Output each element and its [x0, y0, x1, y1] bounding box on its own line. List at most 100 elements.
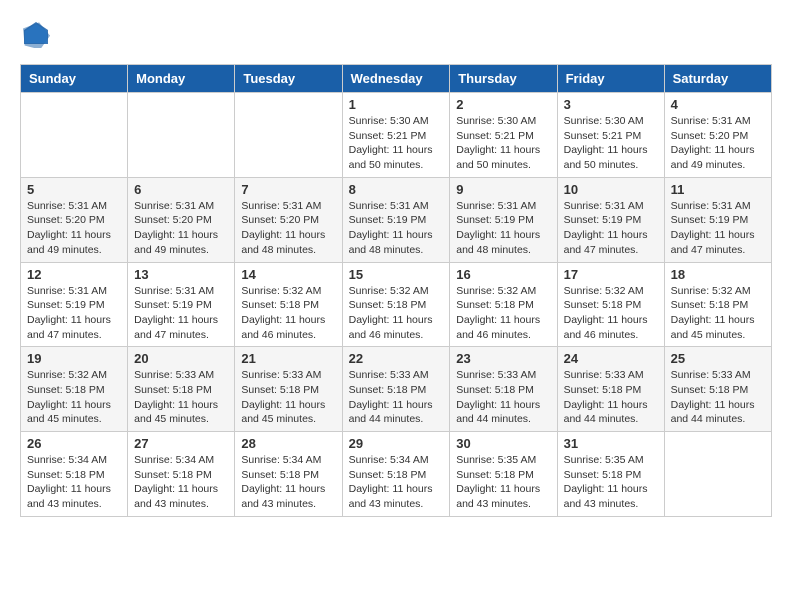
calendar-cell: 23 Sunrise: 5:33 AM Sunset: 5:18 PM Dayli…	[450, 347, 557, 432]
day-info: Sunrise: 5:32 AM Sunset: 5:18 PM Dayligh…	[564, 284, 658, 343]
day-info: Sunrise: 5:32 AM Sunset: 5:18 PM Dayligh…	[241, 284, 335, 343]
day-number: 12	[27, 267, 121, 282]
calendar-cell: 8 Sunrise: 5:31 AM Sunset: 5:19 PM Daylig…	[342, 177, 450, 262]
calendar-cell: 10 Sunrise: 5:31 AM Sunset: 5:19 PM Dayli…	[557, 177, 664, 262]
calendar-week-row: 1 Sunrise: 5:30 AM Sunset: 5:21 PM Daylig…	[21, 93, 772, 178]
day-number: 11	[671, 182, 765, 197]
calendar-header-row: SundayMondayTuesdayWednesdayThursdayFrid…	[21, 65, 772, 93]
weekday-header-wednesday: Wednesday	[342, 65, 450, 93]
weekday-header-saturday: Saturday	[664, 65, 771, 93]
logo	[20, 20, 50, 48]
calendar-week-row: 26Sunrise: 5:34 AM Sunset: 5:18 PM Dayli…	[21, 432, 772, 517]
day-info: Sunrise: 5:33 AM Sunset: 5:18 PM Dayligh…	[671, 368, 765, 427]
day-info: Sunrise: 5:31 AM Sunset: 5:20 PM Dayligh…	[134, 199, 228, 258]
day-info: Sunrise: 5:31 AM Sunset: 5:19 PM Dayligh…	[349, 199, 444, 258]
weekday-header-tuesday: Tuesday	[235, 65, 342, 93]
day-number: 1	[349, 97, 444, 112]
day-number: 19	[27, 351, 121, 366]
day-info: Sunrise: 5:31 AM Sunset: 5:19 PM Dayligh…	[564, 199, 658, 258]
day-info: Sunrise: 5:32 AM Sunset: 5:18 PM Dayligh…	[27, 368, 121, 427]
calendar-cell: 31 Sunrise: 5:35 AM Sunset: 5:18 PM Dayli…	[557, 432, 664, 517]
day-number: 8	[349, 182, 444, 197]
calendar-cell: 3 Sunrise: 5:30 AM Sunset: 5:21 PM Daylig…	[557, 93, 664, 178]
day-info: Sunrise: 5:30 AM Sunset: 5:21 PM Dayligh…	[564, 114, 658, 173]
day-number: 5	[27, 182, 121, 197]
day-number: 20	[134, 351, 228, 366]
calendar-week-row: 5 Sunrise: 5:31 AM Sunset: 5:20 PM Daylig…	[21, 177, 772, 262]
day-number: 28	[241, 436, 335, 451]
calendar-cell: 27 Sunrise: 5:34 AM Sunset: 5:18 PM Dayli…	[128, 432, 235, 517]
day-number: 23	[456, 351, 550, 366]
weekday-header-sunday: Sunday	[21, 65, 128, 93]
calendar-cell: 18 Sunrise: 5:32 AM Sunset: 5:18 PM Dayli…	[664, 262, 771, 347]
calendar-cell: 24Sunrise: 5:33 AM Sunset: 5:18 PM Dayli…	[557, 347, 664, 432]
day-number: 13	[134, 267, 228, 282]
day-info: Sunrise: 5:34 AM Sunset: 5:18 PM Dayligh…	[349, 453, 444, 512]
day-number: 15	[349, 267, 444, 282]
calendar-cell: 20 Sunrise: 5:33 AM Sunset: 5:18 PM Dayli…	[128, 347, 235, 432]
calendar-cell: 11 Sunrise: 5:31 AM Sunset: 5:19 PM Dayli…	[664, 177, 771, 262]
day-info: Sunrise: 5:31 AM Sunset: 5:19 PM Dayligh…	[671, 199, 765, 258]
day-info: Sunrise: 5:33 AM Sunset: 5:18 PM Dayligh…	[134, 368, 228, 427]
calendar-cell: 7 Sunrise: 5:31 AM Sunset: 5:20 PM Daylig…	[235, 177, 342, 262]
calendar-cell: 28 Sunrise: 5:34 AM Sunset: 5:18 PM Dayli…	[235, 432, 342, 517]
calendar-cell	[664, 432, 771, 517]
day-number: 30	[456, 436, 550, 451]
calendar-cell: 1 Sunrise: 5:30 AM Sunset: 5:21 PM Daylig…	[342, 93, 450, 178]
day-number: 31	[564, 436, 658, 451]
calendar-cell: 16 Sunrise: 5:32 AM Sunset: 5:18 PM Dayli…	[450, 262, 557, 347]
calendar-cell: 19 Sunrise: 5:32 AM Sunset: 5:18 PM Dayli…	[21, 347, 128, 432]
day-number: 18	[671, 267, 765, 282]
day-number: 25	[671, 351, 765, 366]
day-info: Sunrise: 5:32 AM Sunset: 5:18 PM Dayligh…	[349, 284, 444, 343]
day-number: 16	[456, 267, 550, 282]
day-info: Sunrise: 5:34 AM Sunset: 5:18 PM Dayligh…	[27, 453, 121, 512]
day-number: 17	[564, 267, 658, 282]
calendar-cell: 5 Sunrise: 5:31 AM Sunset: 5:20 PM Daylig…	[21, 177, 128, 262]
weekday-header-friday: Friday	[557, 65, 664, 93]
day-info: Sunrise: 5:32 AM Sunset: 5:18 PM Dayligh…	[671, 284, 765, 343]
calendar-cell: 15 Sunrise: 5:32 AM Sunset: 5:18 PM Dayli…	[342, 262, 450, 347]
day-info: Sunrise: 5:34 AM Sunset: 5:18 PM Dayligh…	[134, 453, 228, 512]
day-number: 9	[456, 182, 550, 197]
page-header	[20, 20, 772, 48]
day-info: Sunrise: 5:33 AM Sunset: 5:18 PM Dayligh…	[456, 368, 550, 427]
day-info: Sunrise: 5:32 AM Sunset: 5:18 PM Dayligh…	[456, 284, 550, 343]
day-number: 3	[564, 97, 658, 112]
calendar-week-row: 12 Sunrise: 5:31 AM Sunset: 5:19 PM Dayli…	[21, 262, 772, 347]
calendar-week-row: 19 Sunrise: 5:32 AM Sunset: 5:18 PM Dayli…	[21, 347, 772, 432]
calendar-cell: 22Sunrise: 5:33 AM Sunset: 5:18 PM Dayli…	[342, 347, 450, 432]
calendar-cell	[128, 93, 235, 178]
calendar-cell: 13 Sunrise: 5:31 AM Sunset: 5:19 PM Dayli…	[128, 262, 235, 347]
weekday-header-thursday: Thursday	[450, 65, 557, 93]
day-number: 2	[456, 97, 550, 112]
day-info: Sunrise: 5:33 AM Sunset: 5:18 PM Dayligh…	[241, 368, 335, 427]
day-info: Sunrise: 5:31 AM Sunset: 5:20 PM Dayligh…	[241, 199, 335, 258]
calendar-table: SundayMondayTuesdayWednesdayThursdayFrid…	[20, 64, 772, 517]
day-info: Sunrise: 5:33 AM Sunset: 5:18 PM Dayligh…	[349, 368, 444, 427]
day-number: 6	[134, 182, 228, 197]
calendar-cell	[21, 93, 128, 178]
day-info: Sunrise: 5:31 AM Sunset: 5:19 PM Dayligh…	[27, 284, 121, 343]
day-number: 21	[241, 351, 335, 366]
day-info: Sunrise: 5:31 AM Sunset: 5:20 PM Dayligh…	[27, 199, 121, 258]
day-number: 29	[349, 436, 444, 451]
weekday-header-monday: Monday	[128, 65, 235, 93]
logo-icon	[22, 20, 50, 48]
day-number: 10	[564, 182, 658, 197]
calendar-cell: 2Sunrise: 5:30 AM Sunset: 5:21 PM Daylig…	[450, 93, 557, 178]
day-number: 7	[241, 182, 335, 197]
day-number: 27	[134, 436, 228, 451]
calendar-cell: 21 Sunrise: 5:33 AM Sunset: 5:18 PM Dayli…	[235, 347, 342, 432]
day-info: Sunrise: 5:30 AM Sunset: 5:21 PM Dayligh…	[349, 114, 444, 173]
day-info: Sunrise: 5:34 AM Sunset: 5:18 PM Dayligh…	[241, 453, 335, 512]
day-info: Sunrise: 5:31 AM Sunset: 5:19 PM Dayligh…	[456, 199, 550, 258]
calendar-cell: 14Sunrise: 5:32 AM Sunset: 5:18 PM Dayli…	[235, 262, 342, 347]
day-info: Sunrise: 5:35 AM Sunset: 5:18 PM Dayligh…	[564, 453, 658, 512]
day-info: Sunrise: 5:31 AM Sunset: 5:19 PM Dayligh…	[134, 284, 228, 343]
calendar-cell: 9 Sunrise: 5:31 AM Sunset: 5:19 PM Daylig…	[450, 177, 557, 262]
day-info: Sunrise: 5:33 AM Sunset: 5:18 PM Dayligh…	[564, 368, 658, 427]
day-info: Sunrise: 5:35 AM Sunset: 5:18 PM Dayligh…	[456, 453, 550, 512]
calendar-cell: 29 Sunrise: 5:34 AM Sunset: 5:18 PM Dayli…	[342, 432, 450, 517]
calendar-cell: 17 Sunrise: 5:32 AM Sunset: 5:18 PM Dayli…	[557, 262, 664, 347]
